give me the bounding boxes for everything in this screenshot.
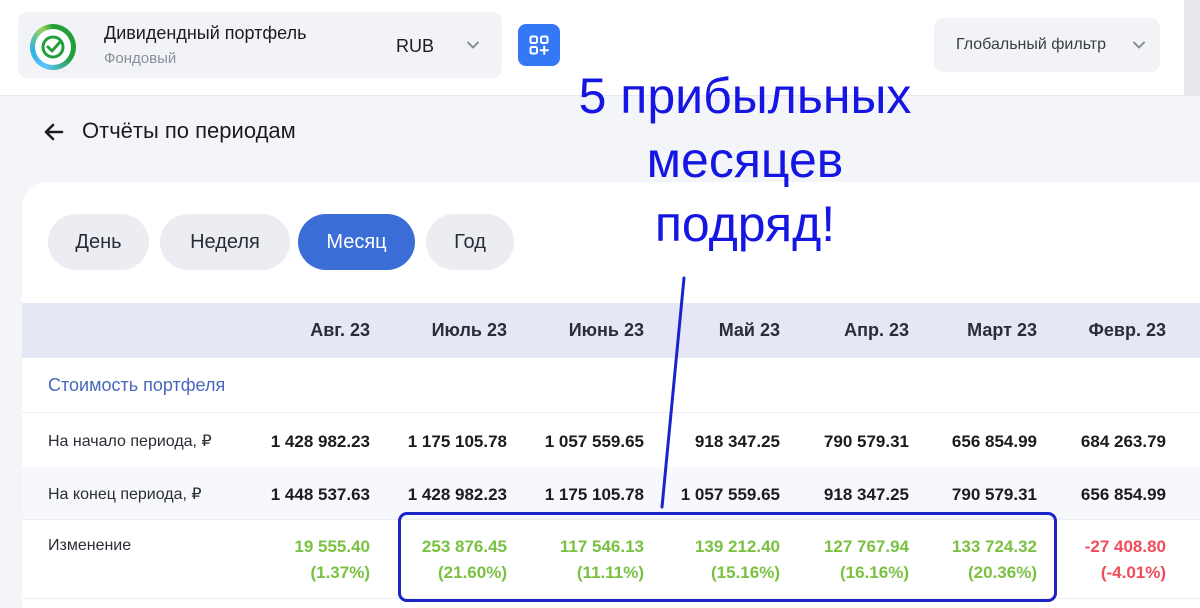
annotation-highlight-box (398, 512, 1057, 602)
annotation-text: 5 прибыльных месяцев подряд! (540, 64, 950, 256)
annotation-line: 5 прибыльных (578, 68, 912, 124)
annotation-line: подряд! (654, 196, 836, 252)
annotation-line: месяцев (646, 132, 844, 188)
